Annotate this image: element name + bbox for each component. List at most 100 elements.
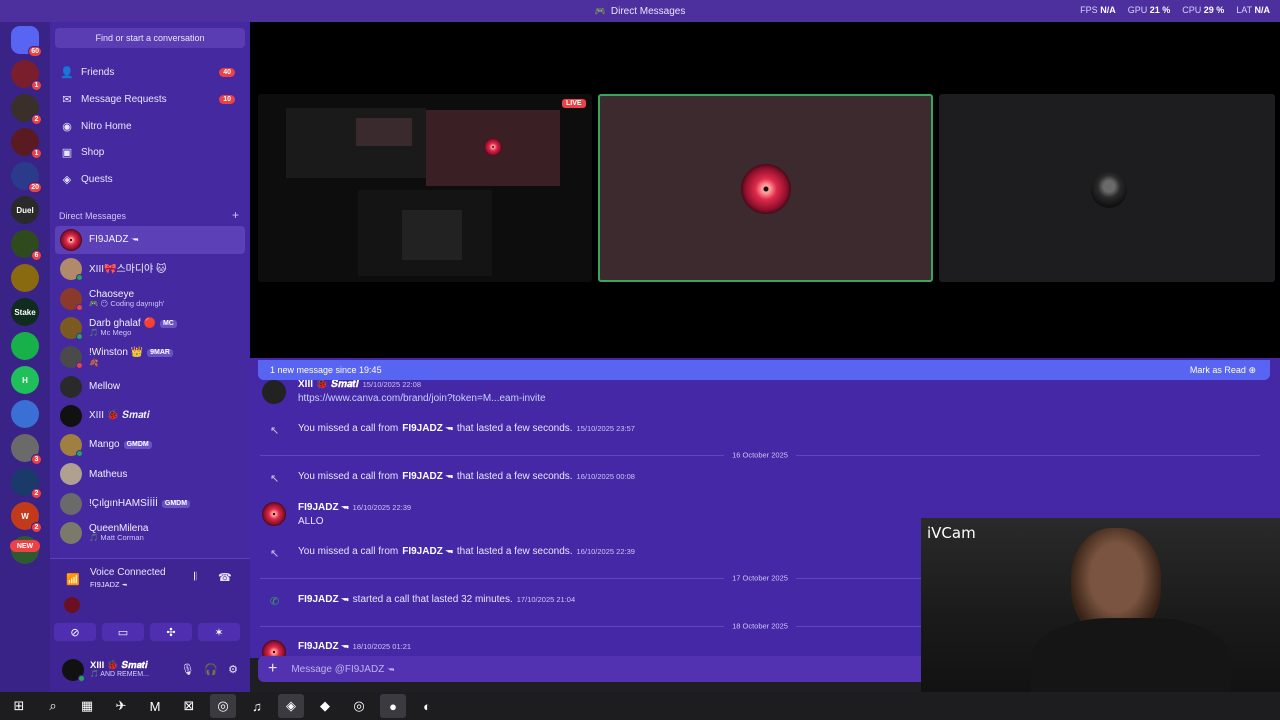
user-status: 🎵 AND REMEM... xyxy=(90,671,149,679)
camera-off-button[interactable]: ⊘ xyxy=(54,623,96,641)
nav-label: Friends xyxy=(81,66,115,78)
cpu-stat: CPU 29 % xyxy=(1182,5,1225,15)
mute-icon[interactable]: 🎙 xyxy=(180,663,194,676)
chrome-icon[interactable]: ◎ xyxy=(210,694,236,718)
server-duel[interactable]: Duel xyxy=(11,196,39,224)
xbox-icon[interactable]: ⊠ xyxy=(176,694,202,718)
system-message: You missed a call from FI9JADZ 🖚 that la… xyxy=(298,423,635,434)
server-4[interactable]: 20 xyxy=(11,162,42,193)
deafen-icon[interactable]: 🎧 xyxy=(204,663,218,676)
dm-item[interactable]: !ÇılgınHAMSİİİİ GMDM xyxy=(55,490,245,518)
soundboard-button[interactable]: ✶ xyxy=(198,623,240,641)
add-attachment-icon[interactable]: + xyxy=(268,660,277,678)
voice-channel-label[interactable]: FI9JADZ 🖚 xyxy=(90,580,127,590)
message-header: XIII 🐞 𝑺𝒎𝒂𝒕𝒊 15/10/2025 22:08 xyxy=(298,379,421,390)
find-conversation-button[interactable]: Find or start a conversation xyxy=(55,28,245,48)
calculator-icon[interactable]: ▦ xyxy=(74,694,100,718)
server-h[interactable]: H xyxy=(11,366,39,394)
new-messages-bar[interactable]: 1 new message since 19:45 Mark as Read ⊕ xyxy=(258,360,1270,380)
steam-icon[interactable]: ◆ xyxy=(312,694,338,718)
nav-message-requests[interactable]: ✉ Message Requests 10 xyxy=(55,87,245,111)
shop-icon: ▣ xyxy=(61,146,73,159)
message-author[interactable]: FI9JADZ 🖚 xyxy=(402,546,453,557)
windows-start-icon[interactable]: ⊞ xyxy=(6,694,32,718)
screen-share-icon: ▭ xyxy=(117,626,129,639)
fps-stat: FPS N/A xyxy=(1080,5,1116,15)
dm-item[interactable]: XIII 🐞 𝑺𝒎𝒂𝒕𝒊 xyxy=(55,402,245,430)
nav-nitro-home[interactable]: ◉ Nitro Home xyxy=(55,114,245,138)
server-label: W xyxy=(21,511,29,521)
participant-tile[interactable] xyxy=(939,94,1275,282)
dm-name-text: XIII 🐞 𝑺𝒎𝒂𝒕𝒊 xyxy=(89,410,150,422)
server-green[interactable] xyxy=(11,332,39,360)
server-badge: 3 xyxy=(31,454,42,465)
dm-name-text: XIII🎀스마디야 🐱 xyxy=(89,263,167,275)
server-2[interactable]: 2 xyxy=(11,94,42,125)
status-indicator xyxy=(76,303,83,311)
settings-gear-icon[interactable]: ⚙ xyxy=(228,663,238,676)
server-1[interactable]: 1 xyxy=(11,60,42,91)
system-message: You missed a call from FI9JADZ 🖚 that la… xyxy=(298,546,635,557)
server-stake[interactable]: Stake xyxy=(11,298,39,326)
activities-icon: ✣ xyxy=(166,626,176,639)
server-anime[interactable] xyxy=(11,400,39,428)
nav-shop[interactable]: ▣ Shop xyxy=(55,140,245,164)
new-badge[interactable]: NEW xyxy=(10,540,40,552)
search-icon[interactable]: ⌕ xyxy=(40,694,66,718)
screen-share-tile[interactable] xyxy=(258,94,592,282)
activities-button[interactable]: ✣ xyxy=(150,623,192,641)
user-avatar[interactable] xyxy=(62,659,85,682)
dm-item[interactable]: Matheus xyxy=(55,460,245,488)
disconnect-icon[interactable]: ☎ xyxy=(218,571,232,584)
mark-as-read-button[interactable]: Mark as Read ⊕ xyxy=(1190,365,1256,376)
malwarebytes-icon[interactable]: M xyxy=(142,694,168,718)
dm-item[interactable]: Mango GMDM xyxy=(55,431,245,459)
dm-item[interactable]: !Winston 👑 9MAR 🍂 xyxy=(55,343,245,371)
dm-avatar xyxy=(60,258,83,282)
discord-home-icon[interactable]: 60 xyxy=(11,26,42,57)
dm-item[interactable]: QueenMilena 🎵 Matt Corman xyxy=(55,519,245,547)
screen-share-button[interactable]: ▭ xyxy=(102,623,144,641)
server-w[interactable]: W2 xyxy=(11,502,42,533)
telegram-icon[interactable]: ✈ xyxy=(108,694,134,718)
message-time: 15/10/2025 22:08 xyxy=(362,380,421,389)
server-ck[interactable]: 6 xyxy=(11,230,42,261)
voice-participant-avatar[interactable] xyxy=(64,597,80,613)
nav-quests[interactable]: ◈ Quests xyxy=(55,167,245,191)
message-author[interactable]: FI9JADZ 🖚 xyxy=(298,641,349,652)
server-3[interactable]: 1 xyxy=(11,128,42,159)
noise-suppression-icon[interactable]: 𝄃 xyxy=(194,571,196,584)
server-label: Duel xyxy=(16,205,34,215)
server-8[interactable]: 3 xyxy=(11,434,42,465)
message-avatar[interactable] xyxy=(262,380,286,404)
dm-name: XIII 🐞 𝑺𝒎𝒂𝒕𝒊 xyxy=(89,410,150,422)
message-author[interactable]: XIII 🐞 𝑺𝒎𝒂𝒕𝒊 xyxy=(298,379,359,390)
message-link[interactable]: https://www.canva.com/brand/join?token=M… xyxy=(298,393,546,404)
message-input[interactable] xyxy=(291,663,592,675)
dm-item[interactable]: Darb ghalaf 🔴 MC 🎵 Mc Mego xyxy=(55,314,245,342)
chrome-profile-icon[interactable]: ◎ xyxy=(346,694,372,718)
obs-icon[interactable]: ● xyxy=(380,694,406,718)
nested-tile-large xyxy=(426,110,560,186)
dm-item[interactable]: FI9JADZ 🖚 xyxy=(55,226,245,254)
camera-off-icon: ⊘ xyxy=(70,626,80,639)
message-author[interactable]: FI9JADZ 🖚 xyxy=(298,502,349,513)
dm-item[interactable]: Chaoseye 🎮 😶 Coding daynıgh' xyxy=(55,285,245,313)
nested-menu xyxy=(402,210,462,260)
speaking-user-tile[interactable] xyxy=(598,94,933,282)
server-gold[interactable] xyxy=(11,264,39,292)
message-avatar[interactable] xyxy=(262,502,286,526)
dm-activity: 🎵 Matt Corman xyxy=(89,533,144,543)
nav-friends[interactable]: 👤 Friends 40 xyxy=(55,60,245,84)
server-9[interactable]: 2 xyxy=(11,468,42,499)
add-dm-button[interactable]: + xyxy=(232,209,239,221)
spotify-icon[interactable]: ♫ xyxy=(244,694,270,718)
message-author[interactable]: FI9JADZ 🖚 xyxy=(298,594,349,605)
app-icon[interactable]: ◐ xyxy=(414,694,440,718)
dm-item[interactable]: Mellow xyxy=(55,373,245,401)
message-author[interactable]: FI9JADZ 🖚 xyxy=(402,471,453,482)
discord-icon[interactable]: ◈ xyxy=(278,694,304,718)
status-indicator xyxy=(76,362,83,370)
dm-item[interactable]: XIII🎀스마디야 🐱 xyxy=(55,255,245,283)
message-author[interactable]: FI9JADZ 🖚 xyxy=(402,423,453,434)
